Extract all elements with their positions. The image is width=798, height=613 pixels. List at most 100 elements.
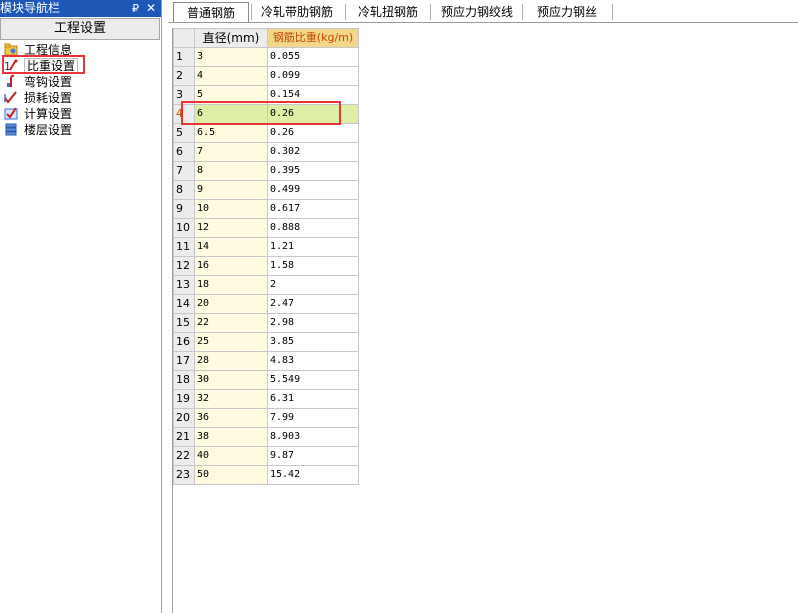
ratio-cell[interactable]: 0.099	[267, 66, 359, 86]
table-row[interactable]: 23 50 15.42	[173, 465, 359, 485]
diameter-cell[interactable]: 6.5	[194, 123, 268, 143]
ratio-cell[interactable]: 5.549	[267, 370, 359, 390]
diameter-cell[interactable]: 30	[194, 370, 268, 390]
row-number-cell[interactable]: 2	[173, 66, 195, 86]
ratio-cell[interactable]: 0.26	[267, 123, 359, 143]
ratio-cell[interactable]: 0.888	[267, 218, 359, 238]
ratio-cell[interactable]: 0.302	[267, 142, 359, 162]
row-number-cell[interactable]: 9	[173, 199, 195, 219]
diameter-cell[interactable]: 3	[194, 47, 268, 67]
diameter-cell[interactable]: 22	[194, 313, 268, 333]
nav-section-header[interactable]: 工程设置	[0, 18, 160, 40]
table-row[interactable]: 16 25 3.85	[173, 332, 359, 352]
tab-cold-rolled-twisted[interactable]: 冷轧扭钢筋	[347, 2, 429, 22]
table-row[interactable]: 20 36 7.99	[173, 408, 359, 428]
row-number-cell[interactable]: 7	[173, 161, 195, 181]
tab-separator	[345, 4, 346, 20]
row-number-cell[interactable]: 6	[173, 142, 195, 162]
row-number-header[interactable]	[173, 28, 195, 48]
ratio-cell[interactable]: 1.21	[267, 237, 359, 257]
table-row[interactable]: 8 9 0.499	[173, 180, 359, 200]
diameter-cell[interactable]: 40	[194, 446, 268, 466]
ratio-cell[interactable]: 2.47	[267, 294, 359, 314]
ratio-cell[interactable]: 7.99	[267, 408, 359, 428]
row-number-cell[interactable]: 11	[173, 237, 195, 257]
diameter-cell[interactable]: 12	[194, 218, 268, 238]
ratio-cell[interactable]: 8.903	[267, 427, 359, 447]
diameter-cell[interactable]: 4	[194, 66, 268, 86]
close-icon[interactable]: ✕	[146, 0, 156, 17]
diameter-cell[interactable]: 7	[194, 142, 268, 162]
pin-icon[interactable]: ₽	[132, 0, 139, 17]
table-row[interactable]: 19 32 6.31	[173, 389, 359, 409]
table-row[interactable]: 10 12 0.888	[173, 218, 359, 238]
tab-cold-rolled-ribbed[interactable]: 冷轧带肋钢筋	[253, 2, 341, 22]
diameter-cell[interactable]: 10	[194, 199, 268, 219]
diameter-cell[interactable]: 16	[194, 256, 268, 276]
row-number-cell[interactable]: 19	[173, 389, 195, 409]
ratio-cell[interactable]: 1.58	[267, 256, 359, 276]
row-number-cell[interactable]: 17	[173, 351, 195, 371]
ratio-column-header[interactable]: 钢筋比重(kg/m)	[267, 28, 359, 48]
diameter-cell[interactable]: 50	[194, 465, 268, 485]
row-number-cell[interactable]: 23	[173, 465, 195, 485]
row-number-cell[interactable]: 18	[173, 370, 195, 390]
row-number-cell[interactable]: 20	[173, 408, 195, 428]
diameter-column-header[interactable]: 直径(mm)	[194, 28, 268, 48]
row-number-cell[interactable]: 21	[173, 427, 195, 447]
diameter-cell[interactable]: 32	[194, 389, 268, 409]
table-row[interactable]: 5 6.5 0.26	[173, 123, 359, 143]
table-row[interactable]: 13 18 2	[173, 275, 359, 295]
diameter-cell[interactable]: 14	[194, 237, 268, 257]
row-number-cell[interactable]: 15	[173, 313, 195, 333]
table-row[interactable]: 15 22 2.98	[173, 313, 359, 333]
tab-ordinary-rebar[interactable]: 普通钢筋	[173, 2, 249, 22]
row-number-cell[interactable]: 12	[173, 256, 195, 276]
ratio-cell[interactable]: 0.055	[267, 47, 359, 67]
diameter-cell[interactable]: 8	[194, 161, 268, 181]
ratio-cell[interactable]: 6.31	[267, 389, 359, 409]
tab-prestressed-strand[interactable]: 预应力钢绞线	[433, 2, 521, 22]
table-row[interactable]: 12 16 1.58	[173, 256, 359, 276]
nav-item-calc[interactable]: 计算设置	[4, 106, 158, 122]
table-row[interactable]: 22 40 9.87	[173, 446, 359, 466]
row-number-cell[interactable]: 13	[173, 275, 195, 295]
diameter-cell[interactable]: 20	[194, 294, 268, 314]
table-row[interactable]: 7 8 0.395	[173, 161, 359, 181]
ratio-cell[interactable]: 0.499	[267, 180, 359, 200]
diameter-cell[interactable]: 25	[194, 332, 268, 352]
table-row[interactable]: 18 30 5.549	[173, 370, 359, 390]
table-row[interactable]: 14 20 2.47	[173, 294, 359, 314]
ratio-cell[interactable]: 3.85	[267, 332, 359, 352]
table-row[interactable]: 11 14 1.21	[173, 237, 359, 257]
table-row[interactable]: 2 4 0.099	[173, 66, 359, 86]
diameter-cell[interactable]: 9	[194, 180, 268, 200]
nav-item-floor[interactable]: 楼层设置	[4, 122, 158, 138]
ratio-cell[interactable]: 2	[267, 275, 359, 295]
table-row[interactable]: 6 7 0.302	[173, 142, 359, 162]
table-row[interactable]: 17 28 4.83	[173, 351, 359, 371]
row-number-cell[interactable]: 16	[173, 332, 195, 352]
nav-item-loss[interactable]: 损耗设置	[4, 90, 158, 106]
ratio-cell[interactable]: 2.98	[267, 313, 359, 333]
ratio-cell[interactable]: 15.42	[267, 465, 359, 485]
row-number-cell[interactable]: 8	[173, 180, 195, 200]
diameter-cell[interactable]: 38	[194, 427, 268, 447]
table-row[interactable]: 1 3 0.055	[173, 47, 359, 67]
ratio-cell[interactable]: 0.617	[267, 199, 359, 219]
ratio-cell[interactable]: 4.83	[267, 351, 359, 371]
diameter-cell[interactable]: 28	[194, 351, 268, 371]
ratio-cell[interactable]: 0.395	[267, 161, 359, 181]
table-row[interactable]: 9 10 0.617	[173, 199, 359, 219]
tab-prestressed-wire[interactable]: 预应力钢丝	[525, 2, 609, 22]
diameter-cell[interactable]: 18	[194, 275, 268, 295]
row-number-cell[interactable]: 22	[173, 446, 195, 466]
row-number-cell[interactable]: 10	[173, 218, 195, 238]
row-number-cell[interactable]: 5	[173, 123, 195, 143]
diameter-cell[interactable]: 36	[194, 408, 268, 428]
ratio-cell[interactable]: 9.87	[267, 446, 359, 466]
row-number-cell[interactable]: 14	[173, 294, 195, 314]
row-number-cell[interactable]: 1	[173, 47, 195, 67]
table-row[interactable]: 21 38 8.903	[173, 427, 359, 447]
nav-item-hook[interactable]: 弯钩设置	[4, 74, 158, 90]
